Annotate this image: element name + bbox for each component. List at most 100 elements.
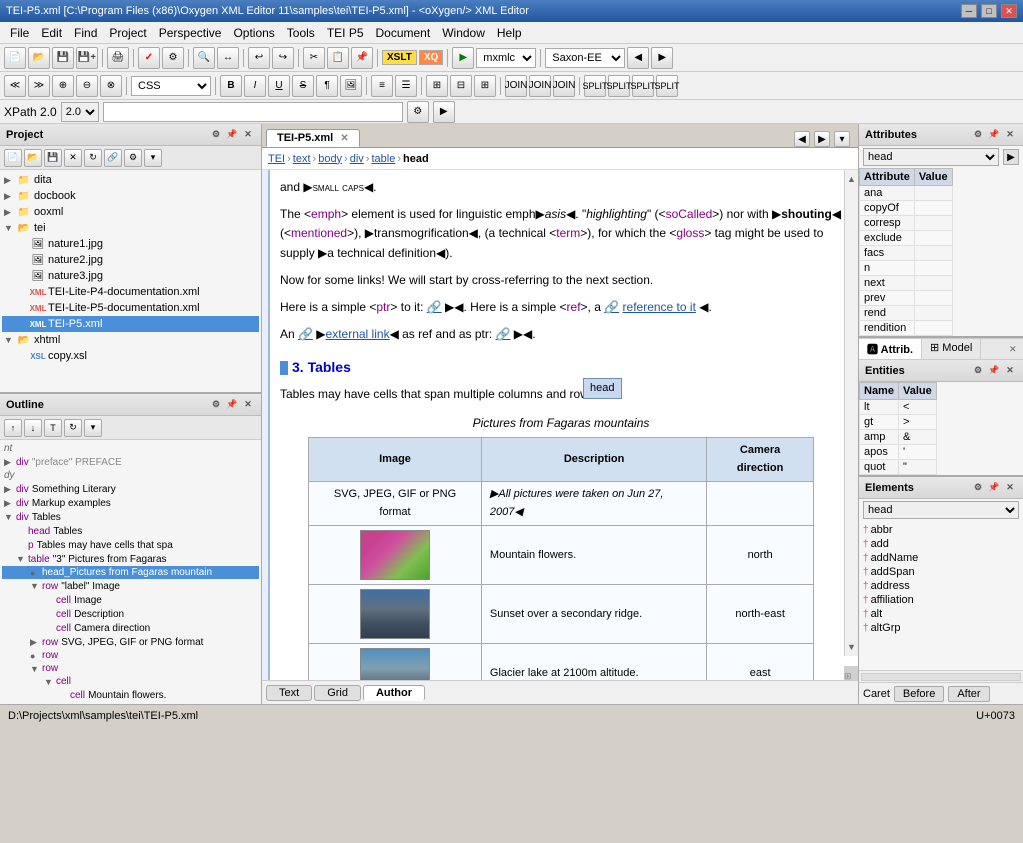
attrs-row[interactable]: rendition (860, 321, 953, 336)
maximize-button[interactable]: □ (981, 4, 997, 18)
element-item[interactable]: †addName (861, 551, 1021, 565)
project-close-icon[interactable]: ✕ (241, 128, 255, 142)
entity-row[interactable]: amp& (860, 430, 937, 445)
menu-item-perspective[interactable]: Perspective (153, 24, 228, 42)
elements-select[interactable]: head (863, 501, 1019, 519)
tab-prev[interactable]: ◀ (794, 131, 810, 147)
tb2-btn3[interactable]: ⊕ (52, 75, 74, 97)
save-all-button[interactable]: 💾+ (76, 47, 98, 69)
save-button[interactable]: 💾 (52, 47, 74, 69)
element-item[interactable]: †affiliation (861, 593, 1021, 607)
tree-item-tei[interactable]: ▼📂 tei (2, 220, 259, 236)
outline-item-p-tables[interactable]: p Tables may have cells that spa (2, 538, 259, 552)
before-button[interactable]: Before (894, 686, 944, 702)
xpath-settings[interactable]: ⚙ (407, 101, 429, 123)
split4-button[interactable]: SPLIT (656, 75, 678, 97)
menu-item-find[interactable]: Find (68, 24, 103, 42)
outline-item-div-tables[interactable]: ▼ div Tables (2, 510, 259, 524)
xslt-button[interactable]: XSLT (382, 50, 417, 65)
attr-value-cell[interactable] (914, 186, 952, 201)
project-settings-icon[interactable]: ⚙ (209, 128, 223, 142)
attrs-row[interactable]: next (860, 276, 953, 291)
outline-item-row-2[interactable]: ▼ row (2, 662, 259, 675)
tb2-btn5[interactable]: ⊗ (100, 75, 122, 97)
attr-value-cell[interactable] (914, 201, 952, 216)
menu-item-options[interactable]: Options (227, 24, 280, 42)
tab-tei-p5[interactable]: TEI-P5.xml ✕ (266, 129, 360, 147)
validate-button[interactable]: ✓ (138, 47, 160, 69)
italic-button[interactable]: I (244, 75, 266, 97)
attrs-element-select[interactable]: head (863, 148, 999, 166)
new-button[interactable]: 📄 (4, 47, 26, 69)
breadcrumb-table[interactable]: table (371, 153, 395, 165)
tree-item-tei-p4[interactable]: XML TEI-Lite-P4-documentation.xml (2, 284, 259, 300)
element-item[interactable]: †addSpan (861, 565, 1021, 579)
table-button[interactable]: ⊞ (426, 75, 448, 97)
attr-value-cell[interactable] (914, 261, 952, 276)
check-wf-button[interactable]: ⚙ (162, 47, 184, 69)
outline-up[interactable]: ↑ (4, 419, 22, 437)
run-button[interactable]: ▶ (452, 47, 474, 69)
close-button[interactable]: ✕ (1001, 4, 1017, 18)
element-item[interactable]: †address (861, 579, 1021, 593)
split1-button[interactable]: SPLIT (584, 75, 606, 97)
outline-item-cell-image[interactable]: cell Image (2, 593, 259, 607)
tab-attrib[interactable]: 🅰 Attrib. (859, 339, 922, 359)
redo-button[interactable]: ↪ (272, 47, 294, 69)
menu-item-help[interactable]: Help (491, 24, 528, 42)
proj-save[interactable]: 💾 (44, 149, 62, 167)
outline-item-cell-mtn[interactable]: cell Mountain flowers. (2, 688, 259, 702)
list1-button[interactable]: ≡ (371, 75, 393, 97)
col-button[interactable]: ⊞ (474, 75, 496, 97)
elements-pin-icon[interactable]: 📌 (987, 481, 1001, 495)
outline-item-div-markup[interactable]: ▶ div Markup examples (2, 496, 259, 510)
outline-item-row-label[interactable]: ▼ row "label" Image (2, 579, 259, 593)
attrs-pin-icon[interactable]: 📌 (987, 128, 1001, 142)
element-item[interactable]: †abbr (861, 523, 1021, 537)
tab-grid[interactable]: Grid (314, 685, 361, 701)
outline-item-table-3[interactable]: ▼ table "3" Pictures from Fagaras (2, 552, 259, 566)
tab-model[interactable]: ⊞ Model (922, 339, 981, 359)
attrs-row[interactable]: rend (860, 306, 953, 321)
paste-button[interactable]: 📌 (351, 47, 373, 69)
elements-settings-icon[interactable]: ⚙ (971, 481, 985, 495)
para-button[interactable]: ¶ (316, 75, 338, 97)
entity-row[interactable]: quot" (860, 460, 937, 475)
xpath-input[interactable] (103, 102, 403, 122)
attrs-row[interactable]: facs (860, 246, 953, 261)
list2-button[interactable]: ☰ (395, 75, 417, 97)
menu-item-document[interactable]: Document (370, 24, 437, 42)
scroll-up-icon[interactable]: ▲ (847, 172, 856, 186)
menu-item-project[interactable]: Project (103, 24, 152, 42)
attr-value-cell[interactable] (914, 306, 952, 321)
open-button[interactable]: 📂 (28, 47, 50, 69)
tree-item-nature3[interactable]: 🖼 nature3.jpg (2, 268, 259, 284)
editor-scrollbar[interactable]: ▲ ▼ (844, 170, 858, 656)
outline-item-div-literary[interactable]: ▶ div Something Literary (2, 482, 259, 496)
tab-text[interactable]: Text (266, 685, 312, 701)
nav-back[interactable]: ◀ (627, 47, 649, 69)
attr-value-cell[interactable] (914, 216, 952, 231)
image-button[interactable]: 🖼 (340, 75, 362, 97)
outline-item-nt[interactable]: nt (2, 442, 259, 455)
proj-settings[interactable]: ⚙ (124, 149, 142, 167)
tree-item-tei-p5-doc[interactable]: XML TEI-Lite-P5-documentation.xml (2, 300, 259, 316)
outline-sync[interactable]: ↻ (64, 419, 82, 437)
find-button[interactable]: 🔍 (193, 47, 215, 69)
tab-next[interactable]: ▶ (814, 131, 830, 147)
tree-item-xhtml[interactable]: ▼📂 xhtml (2, 332, 259, 348)
tree-item-nature1[interactable]: 🖼 nature1.jpg (2, 236, 259, 252)
underline-button[interactable]: U (268, 75, 290, 97)
menu-item-file[interactable]: File (4, 24, 35, 42)
attr-value-cell[interactable] (914, 231, 952, 246)
engine-select[interactable]: Saxon-EE (545, 48, 625, 68)
outline-item-div-preface[interactable]: ▶ div "preface" PREFACE (2, 455, 259, 469)
menu-item-tei p5[interactable]: TEI P5 (321, 24, 370, 42)
tree-item-tei-p5[interactable]: XML TEI-P5.xml (2, 316, 259, 332)
attrs-row[interactable]: n (860, 261, 953, 276)
join1-button[interactable]: JOIN (505, 75, 527, 97)
tree-item-copy-xsl[interactable]: XSL copy.xsl (2, 348, 259, 364)
editor-area[interactable]: and ▶small caps◀. The <emph> element is … (262, 170, 858, 680)
entity-row[interactable]: gt> (860, 415, 937, 430)
outline-item-cell-north[interactable]: cell north (2, 702, 259, 704)
